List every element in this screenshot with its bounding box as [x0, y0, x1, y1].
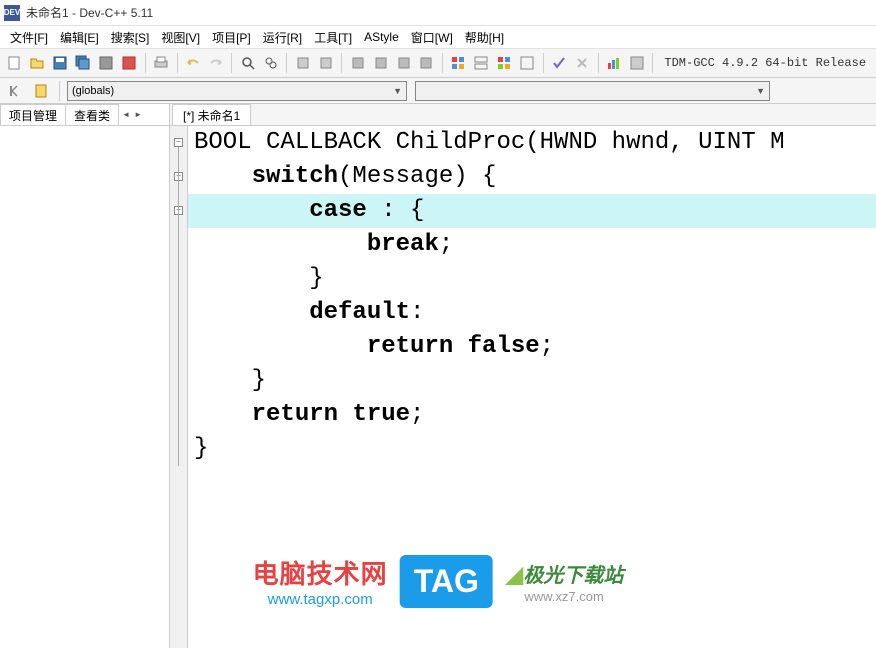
rebuild-icon[interactable]: [347, 52, 368, 74]
grid3-icon[interactable]: [494, 52, 515, 74]
code-line[interactable]: }: [188, 262, 876, 296]
left-panel-tabs: 项目管理 查看类 ◄ ►: [0, 104, 169, 126]
debug-icon[interactable]: [393, 52, 414, 74]
app-icon: DEV: [4, 5, 20, 21]
menu-file[interactable]: 文件[F]: [4, 27, 54, 48]
watermark-tag: TAG: [400, 555, 493, 608]
watermark-left: 电脑技术网 www.tagxp.com: [253, 554, 388, 608]
grid2-icon[interactable]: [471, 52, 492, 74]
compile-icon[interactable]: [292, 52, 313, 74]
chart-icon[interactable]: [604, 52, 625, 74]
fold-gutter: − − −: [170, 126, 188, 648]
member-selector[interactable]: ▼: [415, 81, 770, 101]
watermark-url: www.tagxp.com: [253, 591, 388, 608]
code-line[interactable]: }: [188, 364, 876, 398]
code-line[interactable]: BOOL CALLBACK ChildProc(HWND hwnd, UINT …: [188, 126, 876, 160]
menu-project[interactable]: 项目[P]: [206, 27, 257, 48]
separator: [442, 53, 443, 73]
watermark-logo: ◢极光下载站: [505, 559, 623, 589]
goto-back-icon[interactable]: [4, 80, 26, 102]
tab-scroll-right-icon[interactable]: ►: [132, 106, 144, 124]
code-line[interactable]: return false;: [188, 330, 876, 364]
code-line[interactable]: break;: [188, 228, 876, 262]
watermark-right: ◢极光下载站 www.xz7.com: [505, 559, 623, 604]
menu-edit[interactable]: 编辑[E]: [54, 27, 105, 48]
print-icon[interactable]: [151, 52, 172, 74]
menu-help[interactable]: 帮助[H]: [459, 27, 510, 48]
window-title: 未命名1 - Dev-C++ 5.11: [26, 4, 153, 21]
scope-label: (globals): [72, 85, 114, 97]
watermark-title: 电脑技术网: [253, 554, 388, 591]
menu-tools[interactable]: 工具[T]: [308, 27, 358, 48]
separator: [543, 53, 544, 73]
tab-scroll-left-icon[interactable]: ◄: [120, 106, 132, 124]
grid4-icon[interactable]: [517, 52, 538, 74]
compiler-status: TDM-GCC 4.9.2 64-bit Release: [658, 56, 872, 70]
separator: [341, 53, 342, 73]
secondary-toolbar: (globals) ▼ ▼: [0, 78, 876, 104]
watermark: 电脑技术网 www.tagxp.com TAG ◢极光下载站 www.xz7.c…: [253, 554, 624, 608]
menu-window[interactable]: 窗口[W]: [405, 27, 459, 48]
stop-icon[interactable]: [416, 52, 437, 74]
separator: [59, 81, 60, 101]
separator: [145, 53, 146, 73]
code-line[interactable]: }: [188, 432, 876, 466]
fold-line: [178, 147, 179, 466]
open-file-icon[interactable]: [27, 52, 48, 74]
code-line[interactable]: case : {: [188, 194, 876, 228]
separator: [286, 53, 287, 73]
cancel-icon[interactable]: [572, 52, 593, 74]
code-line[interactable]: switch(Message) {: [188, 160, 876, 194]
menu-bar: 文件[F] 编辑[E] 搜索[S] 视图[V] 项目[P] 运行[R] 工具[T…: [0, 26, 876, 48]
separator: [598, 53, 599, 73]
profile-icon[interactable]: [627, 52, 648, 74]
save-icon[interactable]: [50, 52, 71, 74]
undo-icon[interactable]: [183, 52, 204, 74]
separator: [231, 53, 232, 73]
watermark-url2: www.xz7.com: [505, 589, 623, 604]
replace-icon[interactable]: [260, 52, 281, 74]
title-bar: DEV 未命名1 - Dev-C++ 5.11: [0, 0, 876, 26]
tab-class-view[interactable]: 查看类: [65, 104, 119, 125]
grid1-icon[interactable]: [448, 52, 469, 74]
separator: [177, 53, 178, 73]
close-icon[interactable]: [119, 52, 140, 74]
chevron-down-icon: ▼: [393, 86, 402, 96]
goto-bookmark-icon[interactable]: [30, 80, 52, 102]
left-panel: 项目管理 查看类 ◄ ►: [0, 104, 170, 648]
editor-tab-file[interactable]: [*] 未命名1: [172, 104, 251, 125]
scope-selector[interactable]: (globals) ▼: [67, 81, 407, 101]
fold-toggle-icon[interactable]: −: [174, 138, 183, 147]
code-line[interactable]: default:: [188, 296, 876, 330]
run-icon[interactable]: [315, 52, 336, 74]
main-toolbar: TDM-GCC 4.9.2 64-bit Release: [0, 48, 876, 78]
new-file-icon[interactable]: [4, 52, 25, 74]
menu-run[interactable]: 运行[R]: [257, 27, 308, 48]
chevron-down-icon: ▼: [756, 86, 765, 96]
redo-icon[interactable]: [206, 52, 227, 74]
compile-run-icon[interactable]: [370, 52, 391, 74]
menu-search[interactable]: 搜索[S]: [105, 27, 156, 48]
menu-view[interactable]: 视图[V]: [155, 27, 206, 48]
editor-tabs: [*] 未命名1: [170, 104, 876, 126]
separator: [652, 53, 653, 73]
code-line[interactable]: return true;: [188, 398, 876, 432]
save-all-icon[interactable]: [73, 52, 94, 74]
find-icon[interactable]: [237, 52, 258, 74]
save-as-icon[interactable]: [96, 52, 117, 74]
tab-project-manage[interactable]: 项目管理: [0, 104, 66, 125]
menu-astyle[interactable]: AStyle: [358, 28, 405, 46]
check-icon[interactable]: [549, 52, 570, 74]
